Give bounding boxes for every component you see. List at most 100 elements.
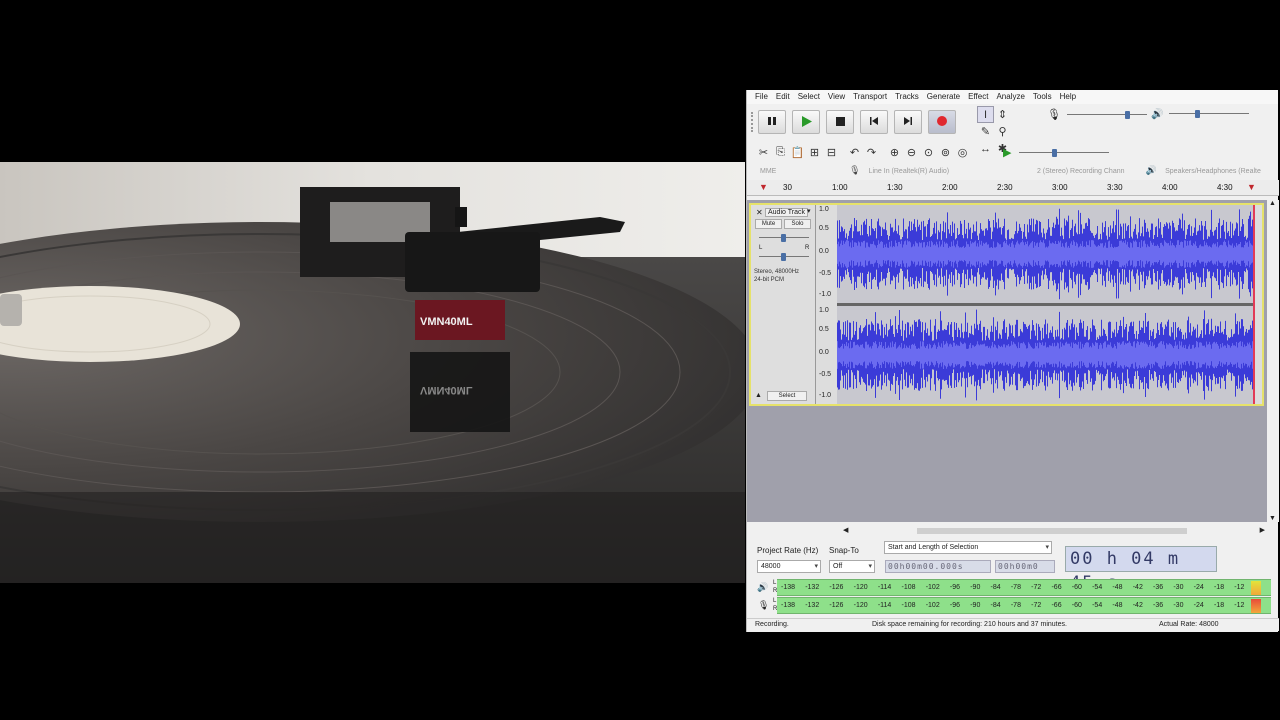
- zoom-in-icon[interactable]: ⊕: [886, 144, 903, 161]
- pan-slider[interactable]: [759, 251, 809, 263]
- scroll-right-icon[interactable]: ▶: [1260, 526, 1265, 534]
- play-at-speed-icon[interactable]: ▶: [1003, 146, 1011, 159]
- meter-scale-label: -84: [990, 584, 1001, 591]
- close-track-icon[interactable]: ✕: [756, 208, 763, 217]
- selection-length-time[interactable]: 00h00m0: [995, 560, 1055, 573]
- selection-mode-select[interactable]: Start and Length of Selection ▾: [884, 541, 1052, 554]
- stop-button[interactable]: [826, 110, 854, 134]
- zoom-out-icon[interactable]: ⊖: [903, 144, 920, 161]
- solo-button[interactable]: Solo: [784, 219, 811, 229]
- chevron-down-icon: ▾: [814, 563, 818, 570]
- audio-host-select[interactable]: MME: [755, 164, 846, 177]
- input-channels-select[interactable]: 2 (Stereo) Recording Chann: [1032, 164, 1143, 177]
- scroll-left-icon[interactable]: ◀: [843, 526, 848, 534]
- project-rate-select[interactable]: 48000 ▾: [757, 560, 821, 573]
- scroll-thumb[interactable]: [917, 528, 1187, 534]
- right-channel-waveform[interactable]: [837, 306, 1254, 404]
- zoom-toggle-icon[interactable]: ◎: [954, 144, 971, 161]
- paste-icon[interactable]: 📋: [789, 144, 806, 161]
- output-device-select[interactable]: Speakers/Headphones (Realte: [1160, 164, 1279, 177]
- menu-select[interactable]: Select: [794, 90, 824, 104]
- menu-file[interactable]: File: [751, 90, 772, 104]
- recording-volume-slider[interactable]: [1066, 109, 1147, 121]
- copy-icon[interactable]: ⎘: [772, 144, 789, 161]
- meter-scale-label: -120: [853, 602, 868, 609]
- meter-scale-label: -102: [925, 602, 940, 609]
- audio-position-display[interactable]: 00 h 04 m 45 s: [1065, 546, 1217, 593]
- menu-tools[interactable]: Tools: [1029, 90, 1056, 104]
- track-name-menu[interactable]: Audio Track: [765, 208, 808, 217]
- menu-view[interactable]: View: [824, 90, 849, 104]
- meter-scale-label: -132: [805, 584, 820, 591]
- meter-scale-label: -54: [1092, 602, 1103, 609]
- scale-label: -1.0: [819, 392, 832, 399]
- collapse-icon[interactable]: ▲: [755, 392, 762, 399]
- tick-label: 4:30: [1217, 183, 1233, 192]
- cut-icon[interactable]: ✂: [755, 144, 772, 161]
- playback-volume-slider[interactable]: [1169, 108, 1250, 120]
- left-channel-scale: 1.0 0.5 0.0 -0.5 -1.0: [817, 205, 837, 303]
- zoom-tool-icon[interactable]: ⚲: [994, 123, 1011, 140]
- track-info-format: Stereo, 48000Hz: [754, 269, 800, 275]
- redo-icon[interactable]: ↷: [863, 144, 880, 161]
- scroll-up-icon[interactable]: ▲: [1269, 200, 1276, 207]
- chevron-down-icon[interactable]: ▾: [807, 207, 811, 215]
- snap-to-select[interactable]: Off ▾: [829, 560, 875, 573]
- record-icon: [936, 115, 948, 129]
- selection-start-time[interactable]: 00h00m00.000s: [885, 560, 991, 573]
- toolbar-grip[interactable]: [751, 112, 755, 132]
- recording-meter[interactable]: -138 -132 -126 -120 -114 -108 -102 -96 -90 -84 -78…: [777, 597, 1271, 614]
- transport-toolbar: [751, 110, 962, 134]
- scroll-down-icon[interactable]: ▼: [1269, 515, 1276, 522]
- meter-scale-label: -114: [877, 584, 892, 591]
- playback-meter-peak: [1251, 581, 1261, 595]
- selection-tool-icon[interactable]: I: [977, 106, 994, 123]
- skip-end-button[interactable]: [894, 110, 922, 134]
- skip-start-button[interactable]: [860, 110, 888, 134]
- silence-icon[interactable]: ⊟: [823, 144, 840, 161]
- menu-edit[interactable]: Edit: [772, 90, 794, 104]
- cartridge-label: VMN40ML: [420, 316, 473, 328]
- tracks-area[interactable]: ✕ Audio Track ▾ Mute Solo L R Stereo, 48…: [747, 200, 1267, 522]
- tick-label: 3:00: [1052, 183, 1068, 192]
- timeline-ruler[interactable]: ▼ 30 1:00 1:30 2:00 2:30 3:00 3:30 4:00 …: [747, 180, 1279, 196]
- horizontal-scrollbar[interactable]: ◀ ▶: [747, 526, 1267, 536]
- undo-icon[interactable]: ↶: [846, 144, 863, 161]
- left-channel-waveform[interactable]: [837, 205, 1254, 303]
- play-button[interactable]: [792, 110, 820, 134]
- meter-scale-label: -48: [1112, 584, 1123, 591]
- mute-button[interactable]: Mute: [755, 219, 782, 229]
- pause-button[interactable]: [758, 110, 786, 134]
- fit-project-icon[interactable]: ⊚: [937, 144, 954, 161]
- playback-meter-scale: -138 -132 -126 -120 -114 -108 -102 -96 -90 -84 -78…: [781, 584, 1261, 591]
- recording-meter-icon[interactable]: 🎙: [758, 600, 769, 611]
- meter-scale-label: -42: [1132, 602, 1143, 609]
- menu-effect[interactable]: Effect: [964, 90, 992, 104]
- trim-icon[interactable]: ⊞: [806, 144, 823, 161]
- menu-help[interactable]: Help: [1056, 90, 1080, 104]
- play-icon: [801, 115, 812, 129]
- meter-scale-label: -126: [829, 602, 844, 609]
- envelope-tool-icon[interactable]: ⇕: [994, 106, 1011, 123]
- input-device-select[interactable]: Line In (Realtek(R) Audio): [864, 164, 1032, 177]
- playback-meter[interactable]: -138 -132 -126 -120 -114 -108 -102 -96 -90 -84 -78…: [777, 579, 1271, 596]
- chevron-down-icon: ▾: [868, 563, 872, 570]
- audio-track[interactable]: ✕ Audio Track ▾ Mute Solo L R Stereo, 48…: [749, 203, 1264, 406]
- select-track-button[interactable]: Select: [767, 391, 807, 401]
- playback-meter-icon[interactable]: 🔊: [757, 582, 768, 593]
- record-button[interactable]: [928, 110, 956, 134]
- gain-slider[interactable]: [759, 232, 809, 244]
- menu-tracks[interactable]: Tracks: [891, 90, 923, 104]
- timeshift-tool-icon[interactable]: ↔: [977, 140, 994, 157]
- audacity-window: File Edit Select View Transport Tracks G…: [746, 90, 1279, 632]
- menu-transport[interactable]: Transport: [849, 90, 891, 104]
- fit-selection-icon[interactable]: ⊙: [920, 144, 937, 161]
- menu-generate[interactable]: Generate: [923, 90, 964, 104]
- play-speed-slider[interactable]: [1019, 147, 1110, 159]
- meter-scale-label: -66: [1051, 584, 1062, 591]
- draw-tool-icon[interactable]: ✎: [977, 123, 994, 140]
- stop-icon: [835, 116, 845, 128]
- menu-analyze[interactable]: Analyze: [992, 90, 1028, 104]
- play-head-icon: ▼: [759, 182, 768, 192]
- vertical-scrollbar[interactable]: ▲ ▼: [1267, 200, 1279, 522]
